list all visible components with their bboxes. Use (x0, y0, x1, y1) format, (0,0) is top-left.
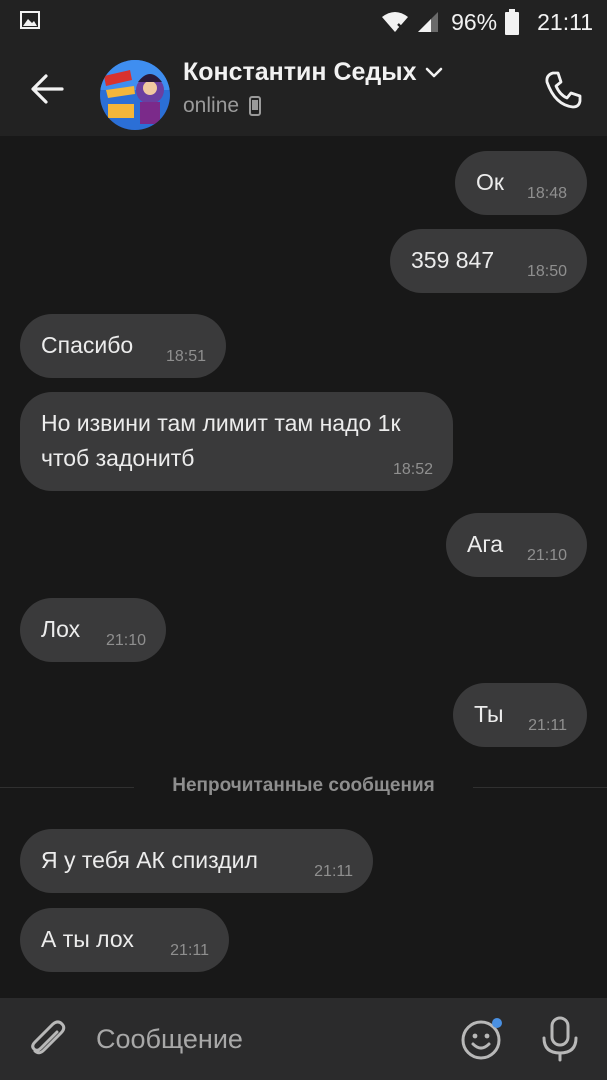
chevron-down-icon (425, 67, 442, 77)
message-time: 18:51 (165, 348, 206, 365)
phone-device-icon (249, 96, 262, 116)
message-bubble-incoming[interactable]: Я у тебя АК спиздил 21:11 (20, 829, 373, 893)
message-bubble-incoming[interactable]: Спасибо 18:51 (20, 314, 226, 378)
message-bubble-outgoing[interactable]: Ты 21:11 (453, 683, 587, 747)
contact-status: online (183, 94, 240, 117)
battery-icon (505, 9, 520, 35)
status-bar: 96% 21:11 (0, 0, 607, 44)
message-text: Ага (467, 531, 504, 557)
message-text: Ок (476, 169, 504, 195)
message-bubble-incoming[interactable]: Лох 21:10 (20, 598, 166, 662)
message-bubble-incoming[interactable]: Но извини там лимит там надо 1к чтоб зад… (20, 392, 453, 491)
message-bubble-outgoing[interactable]: Ок 18:48 (455, 151, 587, 215)
call-button[interactable] (541, 68, 585, 112)
message-bubble-outgoing[interactable]: Ага 21:10 (446, 513, 587, 577)
back-button[interactable] (24, 66, 70, 112)
emoji-icon (461, 1018, 502, 1060)
wifi-icon (382, 12, 409, 32)
status-indicators: 96% 21:11 (381, 7, 593, 37)
attach-button[interactable] (26, 1018, 70, 1062)
message-text: 359 847 (411, 247, 495, 273)
chat-header: Константин Седых online (0, 44, 607, 136)
message-text: Лох (41, 616, 81, 642)
back-arrow-icon (31, 74, 64, 104)
message-input[interactable] (96, 1016, 436, 1062)
emoji-button[interactable] (460, 1016, 506, 1062)
message-time: 21:11 (170, 942, 209, 959)
message-text: Я у тебя АК спиздил (41, 847, 258, 873)
message-text: Спасибо (41, 332, 134, 358)
message-time: 18:50 (526, 263, 567, 280)
message-time: 21:10 (526, 547, 567, 564)
avatar[interactable] (100, 60, 170, 130)
clock: 21:11 (537, 8, 593, 35)
contact-name-row[interactable]: Константин Седых (183, 58, 443, 87)
contact-status-row: online (183, 94, 262, 118)
paperclip-icon (31, 1020, 66, 1055)
voice-message-button[interactable] (538, 1016, 582, 1062)
message-text: А ты лох (41, 926, 134, 952)
message-bubble-incoming[interactable]: А ты лох 21:11 (20, 908, 229, 972)
message-time: 21:10 (105, 632, 146, 649)
message-time: 21:11 (528, 717, 567, 734)
contact-name: Константин Седых (183, 58, 417, 86)
avatar-image (100, 60, 170, 130)
signal-icon (418, 12, 439, 32)
unread-divider: Непрочитанные сообщения (172, 775, 435, 796)
gallery-icon (20, 11, 40, 29)
phone-call-icon (545, 71, 582, 109)
message-time: 18:52 (392, 461, 433, 478)
message-bubble-outgoing[interactable]: 359 847 18:50 (390, 229, 587, 293)
microphone-icon (542, 1016, 578, 1062)
message-text: Ты (474, 701, 504, 727)
message-time: 18:48 (526, 185, 567, 202)
message-text: Но извини там лимит там надо 1к чтоб зад… (41, 410, 401, 471)
message-composer (0, 998, 607, 1080)
divider-line (473, 787, 607, 788)
message-time: 21:11 (314, 863, 353, 880)
message-list[interactable]: Ок 18:48 359 847 18:50 Спасибо 18:51 Но … (0, 136, 607, 998)
battery-percent: 96% (451, 8, 498, 35)
